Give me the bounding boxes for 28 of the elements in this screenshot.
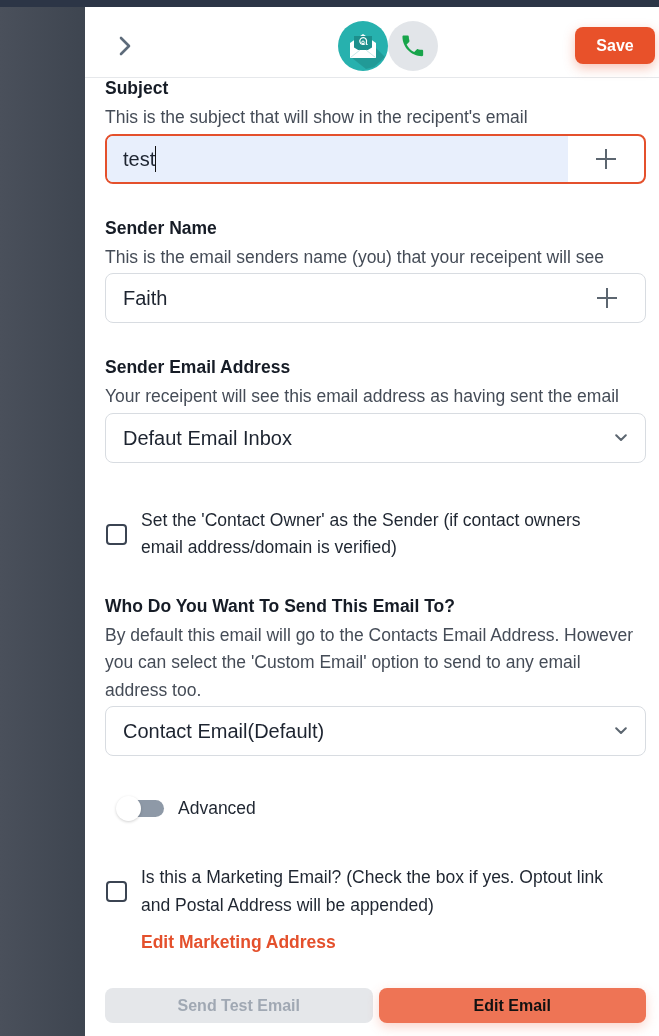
field-description: This is the email senders name (you) that your receipent will see	[105, 245, 605, 269]
field-label: Sender Name	[105, 217, 218, 238]
phone-icon[interactable]	[388, 20, 438, 71]
text-field[interactable]: Faith	[105, 273, 646, 323]
chevron-down-icon	[615, 727, 627, 735]
checkbox-label: Is this a Marketing Email? (Check the box if yes. Optout link and Postal Address will be appended)	[141, 866, 604, 917]
plus-icon[interactable]	[597, 288, 617, 308]
checkbox[interactable]	[106, 881, 127, 902]
toggle-switch[interactable]	[116, 795, 164, 821]
field-description: Your receipent will see this email address as having sent the email	[105, 385, 620, 408]
email-icon[interactable]	[338, 20, 388, 71]
checkbox[interactable]	[106, 523, 127, 545]
plus-icon[interactable]	[596, 148, 616, 169]
save-button[interactable]: Save	[575, 27, 655, 64]
marketing-address-link[interactable]: Edit Marketing Address	[141, 932, 336, 952]
dropdown[interactable]: Contact Email(Default)	[105, 706, 646, 756]
text-field[interactable]: test	[105, 133, 646, 184]
action-button[interactable]: Edit Email	[378, 988, 646, 1023]
dropdown[interactable]: Defaut Email Inbox	[105, 412, 646, 463]
chevron-down-icon	[615, 433, 627, 442]
field-label: Who Do You Want To Send This Email To?	[105, 595, 456, 616]
toggle-label: Advanced	[178, 797, 256, 819]
chevron-right-icon[interactable]	[118, 35, 132, 56]
checkbox-label: Set the 'Contact Owner' as the Sender (if contact owners email address/domain is verified)	[141, 508, 582, 559]
field-description: By default this email will go to the Contacts Email Address. However you can select the 'Custom Email' option to send to any email address too.	[105, 623, 635, 702]
field-description: This is the subject that will show in the recipent's email	[105, 106, 529, 129]
field-label: Subject	[105, 78, 170, 98]
field-label: Sender Email Address	[105, 357, 292, 377]
